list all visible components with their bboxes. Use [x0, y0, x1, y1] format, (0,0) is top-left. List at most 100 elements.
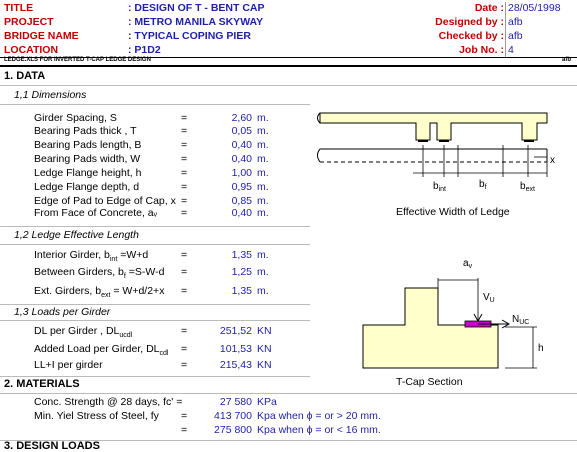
dim-label: From Face of Concrete, aᵥ: [34, 207, 158, 219]
dim-eq: =: [181, 207, 188, 219]
length-eq: =: [181, 285, 188, 297]
dim-value: 2,60: [231, 112, 252, 124]
length-value: 1,25: [231, 266, 252, 278]
length-unit: m.: [257, 285, 269, 297]
rule: [0, 104, 310, 105]
load-value: 101,53: [219, 343, 252, 355]
dim-value: 0,40: [231, 207, 252, 219]
dim-label: Ledge Flange depth, d: [34, 181, 140, 193]
load-eq: =: [181, 343, 188, 355]
bext-label: bext: [520, 181, 535, 193]
length-label-formula: =W+d: [117, 249, 149, 261]
file-note: LEDGE.XLS FOR INVERTED T-CAP LEDGE DESIG…: [4, 57, 151, 63]
dim-eq: =: [181, 167, 188, 179]
subsection-dimensions: 1,1 Dimensions: [14, 89, 87, 101]
tcap-section-diagram: av VU NUC h: [362, 258, 544, 369]
section-2-title: 2. MATERIALS: [4, 378, 80, 390]
nuc-label: NUC: [512, 314, 529, 326]
length-label-main: Ext. Girders, b: [34, 285, 102, 297]
length-eq: =: [181, 266, 188, 278]
pad-1: [418, 140, 428, 142]
jobno-label: Job No. :: [459, 44, 504, 56]
dim-unit: m.: [257, 181, 269, 193]
load-unit: KN: [257, 359, 272, 371]
h-label: h: [538, 343, 544, 354]
length-label-formula: =S-W-d: [125, 266, 165, 278]
dim-value: 0,40: [231, 139, 252, 151]
dim-eq: =: [181, 125, 188, 137]
dim-value: 0,85: [231, 195, 252, 207]
dim-label: Girder Spacing, S: [34, 112, 117, 124]
material-eq: =: [181, 410, 188, 422]
load-eq: =: [181, 325, 188, 337]
tcap-section-caption: T-Cap Section: [396, 376, 463, 388]
project-label: PROJECT: [4, 16, 54, 28]
pad-3: [524, 140, 534, 142]
length-value: 1,35: [231, 249, 252, 261]
load-label: DL per Girder , DLucdl: [34, 325, 132, 339]
material-value: 27 580: [219, 396, 252, 408]
rule: [0, 376, 310, 377]
section-1-title: 1. DATA: [4, 70, 46, 82]
x-label: x: [550, 155, 555, 166]
section-3-title: 3. DESIGN LOADS: [4, 440, 100, 452]
dim-value: 1,00: [231, 167, 252, 179]
dim-unit: m.: [257, 207, 269, 219]
material-label: Min. Yiel Stress of Steel, fy: [34, 410, 159, 422]
file-note-right: afb: [562, 57, 571, 63]
dim-eq: =: [181, 181, 188, 193]
bint-label: bint: [433, 181, 446, 193]
designed-value: afb: [508, 16, 523, 28]
dim-eq: =: [181, 112, 188, 124]
dim-unit: m.: [257, 125, 269, 137]
length-value: 1,35: [231, 285, 252, 297]
jobno-value: 4: [508, 44, 514, 56]
load-unit: KN: [257, 343, 272, 355]
load-label: LL+I per girder: [34, 359, 103, 373]
dim-eq: =: [181, 139, 188, 151]
dim-label: Bearing Pads thick , T: [34, 125, 137, 137]
av-label: av: [463, 258, 473, 270]
load-label-sub: ucdl: [119, 332, 133, 340]
dim-unit: m.: [257, 195, 269, 207]
material-unit: Kpa when ϕ = or < 16 mm.: [257, 424, 381, 436]
length-unit: m.: [257, 249, 269, 261]
load-label: Added Load per Girder, DLcdl: [34, 343, 168, 357]
break-line: [317, 148, 321, 163]
subsection-loads: 1,3 Loads per Girder: [14, 306, 111, 318]
length-unit: m.: [257, 266, 269, 278]
designed-label: Designed by :: [435, 16, 504, 28]
checked-value: afb: [508, 30, 523, 42]
length-label-main: Interior Girder, b: [34, 249, 110, 261]
length-label: Ext. Girders, bext = W+d/2+x: [34, 285, 164, 299]
material-value: 413 700: [214, 410, 252, 422]
load-unit: KN: [257, 325, 272, 337]
effective-width-caption: Effective Width of Ledge: [396, 206, 510, 218]
bridge-value: : TYPICAL COPING PIER: [128, 30, 251, 42]
dim-unit: m.: [257, 167, 269, 179]
dim-unit: m.: [257, 153, 269, 165]
header-rule-bold: [0, 65, 577, 67]
dim-eq: =: [181, 195, 188, 207]
rule: [0, 85, 577, 86]
girder-section-drawing: [319, 112, 548, 141]
rule: [0, 244, 310, 245]
dim-label: Edge of Pad to Edge of Cap, x: [34, 195, 176, 207]
subsection-effective-length: 1,2 Ledge Effective Length: [14, 229, 139, 241]
load-value: 251,52: [219, 325, 252, 337]
header-divider: [505, 2, 506, 57]
length-label: Between Girders, bf =S-W-d: [34, 266, 164, 280]
load-label-main: LL+I per girder: [34, 359, 103, 371]
material-value: 275 800: [214, 424, 252, 436]
effective-width-diagram: bint bf bext x: [317, 112, 555, 193]
material-unit: Kpa when ϕ = or > 20 mm.: [257, 410, 381, 422]
location-value: : P1D2: [128, 44, 161, 56]
dim-eq: =: [181, 153, 188, 165]
load-label-main: DL per Girder , DL: [34, 325, 120, 337]
bridge-label: BRIDGE NAME: [4, 30, 79, 42]
material-label: Conc. Strength @ 28 days, fc' =: [34, 396, 183, 408]
dim-value: 0,95: [231, 181, 252, 193]
dim-unit: m.: [257, 112, 269, 124]
dim-label: Ledge Flange height, h: [34, 167, 142, 179]
load-label-sub: cdl: [159, 350, 169, 358]
